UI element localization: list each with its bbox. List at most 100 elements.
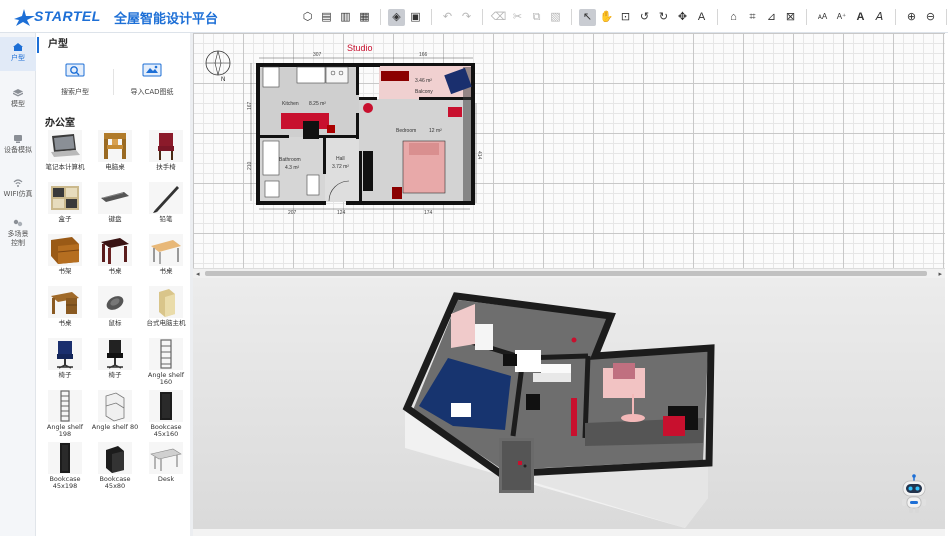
catalog-item[interactable]: Bookcase 45x160 — [142, 390, 190, 442]
model-icon — [13, 89, 23, 97]
nav-item-wifi-sim[interactable]: WIFI仿真 — [0, 179, 36, 199]
app-title: 全屋智能设计平台 — [114, 12, 219, 27]
search-floorplan-button[interactable]: 搜索户型 — [37, 63, 113, 97]
catalog-item-label: 书桌 — [58, 319, 72, 327]
computer-desk-icon — [98, 130, 132, 162]
pencil-icon — [149, 182, 183, 214]
layer-2d-icon[interactable]: ▣ — [407, 9, 424, 26]
catalog-item-label: 书桌 — [108, 267, 122, 275]
dim-right: 414 — [476, 151, 482, 160]
room-bathroom-name: Bathroom — [279, 157, 301, 163]
text-increase-icon[interactable]: A⁺ — [833, 9, 850, 26]
scrollbar-thumb[interactable] — [205, 271, 927, 276]
nav-item-device-sim[interactable]: 设备模拟 — [0, 135, 36, 155]
nav-item-label: 模型 — [11, 100, 25, 108]
room-bedroom-area: 12 m² — [429, 128, 442, 134]
catalog-item[interactable]: 书桌 — [91, 234, 139, 286]
ai-assistant-robot-icon[interactable] — [898, 474, 930, 514]
toolbar-separator — [946, 9, 947, 25]
desk-drawer-icon — [48, 286, 82, 318]
catalog-item[interactable]: Bookcase 45x198 — [41, 442, 89, 494]
redo-icon[interactable]: ↷ — [458, 9, 475, 26]
catalog-item[interactable]: Bookcase 45x80 — [91, 442, 139, 494]
cube-icon[interactable]: ⬡ — [299, 9, 316, 26]
text-italic-icon[interactable]: 𝘈 — [871, 9, 888, 26]
catalog-item[interactable]: 键盘 — [91, 182, 139, 234]
move-icon[interactable]: ✥ — [674, 9, 691, 26]
plan-2d-view[interactable]: N Studio 307 166 167 210 414 207 124 174 — [193, 33, 945, 274]
catalog-item-label: Angle shelf 198 — [46, 423, 84, 439]
undo-icon[interactable]: ↶ — [439, 9, 456, 26]
create-dimension-icon[interactable]: ⊿ — [763, 9, 780, 26]
plan-horizontal-scrollbar[interactable]: ◂ ▸ — [193, 268, 945, 278]
dim-left-2: 210 — [247, 161, 253, 170]
view-3d[interactable] — [193, 278, 945, 529]
import-cad-label: 导入CAD图纸 — [130, 88, 174, 96]
text-size-icon[interactable]: ᴀA — [814, 9, 831, 26]
catalog-panel: 户型 搜索户型 导入CAD图纸 办公室 笔记本计算机 电脑桌 扶手椅 盒子 键盘 铅笔 书架… — [37, 33, 190, 536]
dim-top-right: 166 — [419, 52, 428, 58]
floorplan-drawing: N Studio 307 166 167 210 414 207 124 174 — [205, 43, 482, 216]
star-logo-icon — [14, 9, 35, 26]
catalog-item[interactable]: Angle shelf 160 — [142, 338, 190, 390]
catalog-item-label: 椅子 — [108, 371, 122, 379]
catalog-item[interactable]: 书架 — [41, 234, 89, 286]
bookcase-45x160-icon — [149, 390, 183, 422]
brand-logo-text: STARTEL — [34, 8, 101, 24]
scroll-right-icon[interactable]: ▸ — [938, 270, 942, 278]
bookcase-45x198-icon — [48, 442, 82, 474]
paste-icon[interactable]: ▧ — [547, 9, 564, 26]
catalog-item[interactable]: 扶手椅 — [142, 130, 190, 182]
catalog-item[interactable]: Desk — [142, 442, 190, 494]
catalog-item-label: 键盘 — [108, 215, 122, 223]
create-polyline-icon[interactable]: ⌗ — [744, 9, 761, 26]
catalog-section-title: 户型 — [37, 37, 68, 53]
layer-3d-icon[interactable]: ◈ — [388, 8, 405, 26]
create-label-icon[interactable]: ⊠ — [782, 9, 799, 26]
text-bold-icon[interactable]: A — [852, 9, 869, 26]
wifi-icon — [13, 179, 23, 187]
nav-item-label: 多场景控制 — [7, 230, 29, 247]
catalog-item-label: Desk — [157, 475, 175, 483]
nav-item-floorplan[interactable]: 户型 — [0, 37, 36, 71]
catalog-item[interactable]: 盒子 — [41, 182, 89, 234]
catalog-item[interactable]: 椅子 — [41, 338, 89, 390]
room-hall-area: 3.72 m² — [332, 164, 349, 170]
nav-item-model[interactable]: 模型 — [0, 89, 36, 109]
catalog-item[interactable]: 书桌 — [41, 286, 89, 338]
scissors-icon[interactable]: ✂ — [509, 9, 526, 26]
zoom-in-icon[interactable]: ⊕ — [903, 9, 920, 26]
catalog-item[interactable]: 鼠标 — [91, 286, 139, 338]
catalog-item-label: 书桌 — [159, 267, 173, 275]
nav-item-label: 设备模拟 — [4, 146, 32, 154]
catalog-item-label: 椅子 — [58, 371, 72, 379]
laptop-icon — [48, 130, 82, 162]
rotate-right-icon[interactable]: ↻ — [655, 9, 672, 26]
add-text-icon[interactable]: A — [693, 9, 710, 26]
catalog-item[interactable]: 笔记本计算机 — [41, 130, 89, 182]
office-chair-black-icon — [98, 338, 132, 370]
cut-icon[interactable]: ⌫ — [490, 9, 507, 26]
catalog-item[interactable]: Angle shelf 80 — [91, 390, 139, 442]
create-room-icon[interactable]: ⌂ — [725, 9, 742, 26]
hand-icon[interactable]: ✋ — [598, 9, 615, 26]
catalog-item[interactable]: Angle shelf 198 — [41, 390, 89, 442]
doc-copy-icon[interactable]: ▦ — [356, 9, 373, 26]
rotate-left-icon[interactable]: ↺ — [636, 9, 653, 26]
nav-item-multi-scene[interactable]: 多场景控制 — [0, 219, 36, 248]
import-cad-button[interactable]: 导入CAD图纸 — [114, 63, 190, 97]
zoom-out-icon[interactable]: ⊖ — [922, 9, 939, 26]
scroll-left-icon[interactable]: ◂ — [196, 270, 200, 278]
catalog-item[interactable]: 台式电脑主机 — [142, 286, 190, 338]
catalog-item[interactable]: 椅子 — [91, 338, 139, 390]
doc-icon[interactable]: ▤ — [318, 9, 335, 26]
toolbar-separator — [717, 9, 718, 25]
catalog-item-label: Bookcase 45x80 — [99, 475, 131, 491]
catalog-item[interactable]: 书桌 — [142, 234, 190, 286]
add-wall-icon[interactable]: ⊡ — [617, 9, 634, 26]
pointer-icon[interactable]: ↖ — [579, 8, 596, 26]
copy-icon[interactable]: ⧉ — [528, 9, 545, 26]
catalog-item[interactable]: 铅笔 — [142, 182, 190, 234]
catalog-item[interactable]: 电脑桌 — [91, 130, 139, 182]
doc-add-icon[interactable]: ▥ — [337, 9, 354, 26]
